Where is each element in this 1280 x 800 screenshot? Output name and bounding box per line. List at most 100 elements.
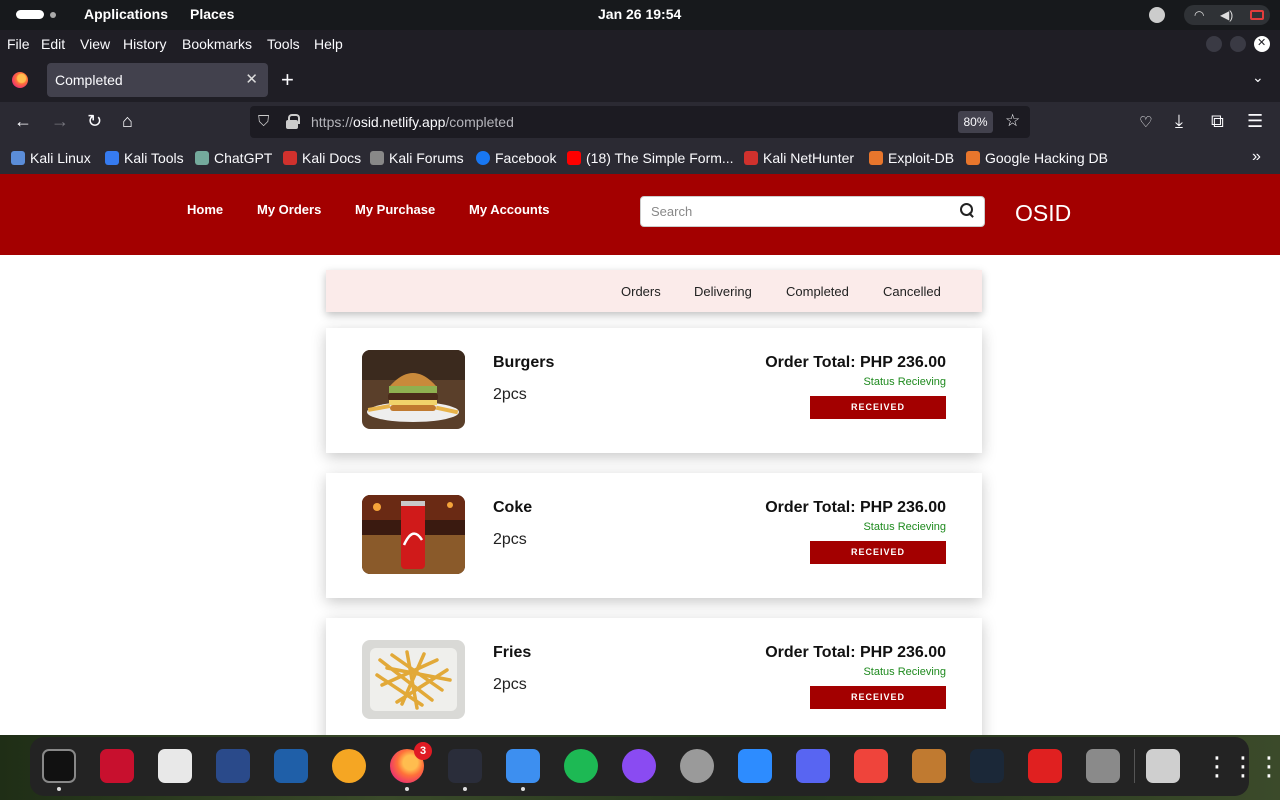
nav-my-purchase[interactable]: My Purchase <box>355 202 435 217</box>
tab-close-icon[interactable]: ✕ <box>245 70 258 88</box>
tab-delivering[interactable]: Delivering <box>694 284 752 299</box>
anydesk-icon[interactable] <box>854 749 888 783</box>
exploit-db-favicon-icon <box>869 151 883 165</box>
menu-help[interactable]: Help <box>314 36 343 52</box>
search-input[interactable] <box>641 197 951 226</box>
address-bar[interactable]: ⛉ https://osid.netlify.app/completed 80%… <box>250 106 1030 138</box>
volume-icon: ◀) <box>1220 8 1234 22</box>
vscode-icon[interactable] <box>448 749 482 783</box>
battery-icon <box>1250 10 1264 20</box>
back-arrow-icon[interactable]: ← <box>14 111 32 132</box>
sound-icon[interactable] <box>1086 749 1120 783</box>
bookmark-kali-tools[interactable]: Kali Tools <box>105 150 184 166</box>
zoom-icon[interactable] <box>738 749 772 783</box>
home-icon[interactable]: ⌂ <box>122 111 133 132</box>
nav-home[interactable]: Home <box>187 202 223 217</box>
order-card: Fries 2pcs Order Total: PHP 236.00 Statu… <box>326 618 982 735</box>
received-button[interactable]: RECEIVED <box>810 396 946 419</box>
bookmark-chatgpt[interactable]: ChatGPT <box>195 150 272 166</box>
ghdb-favicon-icon <box>966 151 980 165</box>
bookmark-kali-linux[interactable]: Kali Linux <box>11 150 91 166</box>
order-status: Status Recieving <box>863 666 946 678</box>
menu-tools[interactable]: Tools <box>267 36 300 52</box>
app-grid-icon[interactable]: ⋮⋮⋮ <box>1204 749 1280 783</box>
minimize-button[interactable] <box>1206 36 1222 52</box>
places-menu[interactable]: Places <box>190 6 234 22</box>
chatgpt-favicon-icon <box>195 151 209 165</box>
search-icon[interactable] <box>960 203 976 219</box>
received-button[interactable]: RECEIVED <box>810 686 946 709</box>
zoom-level[interactable]: 80% <box>958 111 993 133</box>
nav-my-orders[interactable]: My Orders <box>257 202 321 217</box>
fries-image <box>362 640 465 719</box>
reload-icon[interactable]: ↻ <box>87 111 102 132</box>
close-window-button[interactable] <box>1254 36 1270 52</box>
bookmark-kali-docs[interactable]: Kali Docs <box>283 150 361 166</box>
bookmark-kali-forums[interactable]: Kali Forums <box>370 150 464 166</box>
bookmark-facebook[interactable]: Facebook <box>476 150 556 166</box>
game-icon[interactable] <box>912 749 946 783</box>
root-terminal-icon[interactable] <box>100 749 134 783</box>
tab-strip: Completed ✕ + ⌄ <box>0 58 1280 102</box>
clock[interactable]: Jan 26 19:54 <box>598 6 681 22</box>
tracking-shield-icon[interactable]: ⛉ <box>258 113 269 130</box>
running-indicator <box>57 787 61 791</box>
wifi-icon: ◠ <box>1194 8 1205 22</box>
bookmark-exploit-db[interactable]: Exploit-DB <box>869 150 954 166</box>
menu-view[interactable]: View <box>80 36 110 52</box>
firefox-view-icon[interactable] <box>12 72 28 88</box>
more-bookmarks-chevron-icon[interactable]: » <box>1252 148 1261 166</box>
received-button[interactable]: RECEIVED <box>810 541 946 564</box>
steam-icon[interactable] <box>970 749 1004 783</box>
lock-icon[interactable] <box>286 114 300 129</box>
dock-separator <box>1134 749 1135 783</box>
forward-arrow-icon[interactable]: → <box>51 111 69 132</box>
item-quantity: 2pcs <box>493 531 527 548</box>
discord-icon[interactable] <box>796 749 830 783</box>
new-tab-button[interactable]: + <box>281 67 294 93</box>
text-editor-icon[interactable] <box>158 749 192 783</box>
finder-icon[interactable] <box>506 749 540 783</box>
url-text[interactable]: https://osid.netlify.app/completed <box>311 114 514 130</box>
downloads-icon[interactable]: ⤓ <box>1175 111 1183 132</box>
running-indicator <box>521 787 525 791</box>
bookmark-google-hacking-db[interactable]: Google Hacking DB <box>966 150 1108 166</box>
pocket-icon[interactable]: ♡ <box>1139 113 1152 131</box>
settings-gear-icon[interactable] <box>680 749 714 783</box>
order-total: Order Total: PHP 236.00 <box>765 354 946 371</box>
maximize-button[interactable] <box>1230 36 1246 52</box>
spotify-icon[interactable] <box>564 749 598 783</box>
item-quantity: 2pcs <box>493 386 527 403</box>
kali-nethunter-favicon-icon <box>744 151 758 165</box>
order-card: Coke 2pcs Order Total: PHP 236.00 Status… <box>326 473 982 598</box>
tab-completed[interactable]: Completed <box>786 284 849 299</box>
tab-completed[interactable]: Completed ✕ <box>47 63 268 97</box>
tab-cancelled[interactable]: Cancelled <box>883 284 941 299</box>
tab-orders[interactable]: Orders <box>621 284 661 299</box>
menu-edit[interactable]: Edit <box>41 36 65 52</box>
acrobat-icon[interactable] <box>1028 749 1062 783</box>
terminal-icon[interactable] <box>42 749 76 783</box>
bookmark-star-icon[interactable]: ☆ <box>1005 111 1020 131</box>
bookmark-kali-nethunter[interactable]: Kali NetHunter <box>744 150 854 166</box>
menu-history[interactable]: History <box>123 36 167 52</box>
menu-file[interactable]: File <box>7 36 30 52</box>
menu-bookmarks[interactable]: Bookmarks <box>182 36 252 52</box>
extensions-icon[interactable]: ⧉ <box>1211 111 1224 132</box>
list-all-tabs-chevron-icon[interactable]: ⌄ <box>1252 69 1264 86</box>
activities-indicator[interactable] <box>16 10 44 19</box>
order-card: Burgers 2pcs Order Total: PHP 236.00 Sta… <box>326 328 982 453</box>
system-status-menu[interactable]: ◠ ◀) <box>1184 5 1270 25</box>
applications-menu[interactable]: Applications <box>84 6 168 22</box>
hamburger-menu-icon[interactable]: ☰ <box>1247 111 1263 132</box>
brand-logo[interactable]: OSID <box>1015 200 1071 227</box>
kali-tools-favicon-icon <box>105 151 119 165</box>
messenger-icon[interactable] <box>622 749 656 783</box>
trash-icon[interactable] <box>1146 749 1180 783</box>
wireshark-icon[interactable] <box>274 749 308 783</box>
bookmark-youtube[interactable]: (18) The Simple Form... <box>567 150 734 166</box>
metasploit-icon[interactable] <box>216 749 250 783</box>
burpsuite-icon[interactable] <box>332 749 366 783</box>
nav-my-accounts[interactable]: My Accounts <box>469 202 549 217</box>
messenger-tray-icon[interactable] <box>1149 7 1165 23</box>
